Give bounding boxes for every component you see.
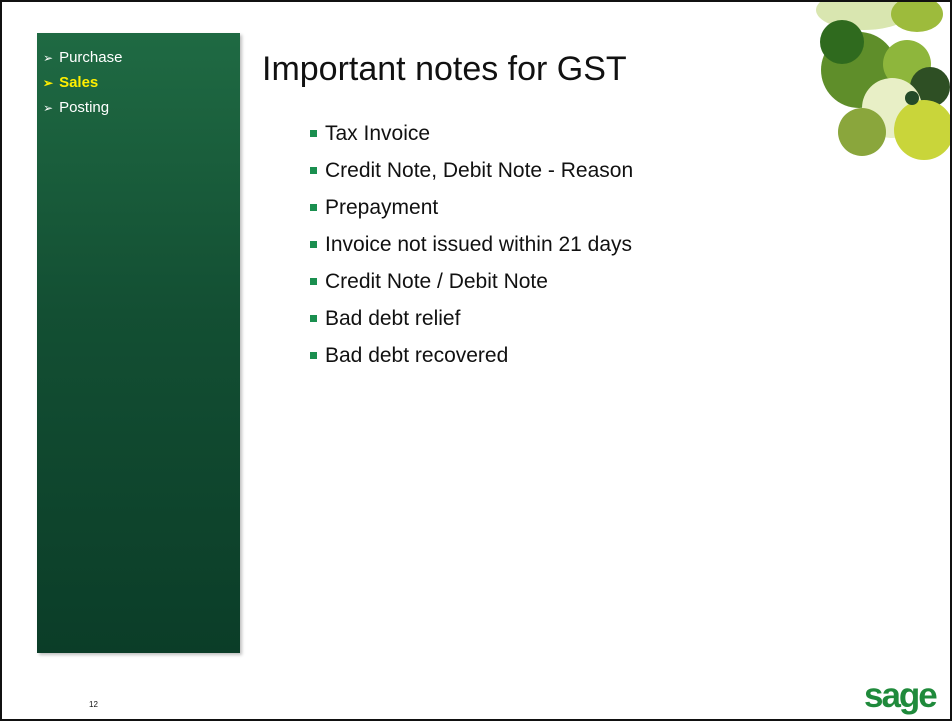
sage-logo: sage	[864, 676, 938, 715]
bullet-item: Bad debt relief	[310, 300, 633, 337]
sidebar: ➢ Purchase ➢ Sales ➢ Posting	[37, 33, 240, 653]
square-bullet-icon	[310, 315, 317, 322]
slide-title: Important notes for GST	[262, 50, 627, 88]
square-bullet-icon	[310, 167, 317, 174]
bullet-item: Bad debt recovered	[310, 337, 633, 374]
bullet-text: Credit Note, Debit Note - Reason	[325, 158, 634, 182]
bullet-text: Invoice not issued within 21 days	[325, 232, 633, 256]
square-bullet-icon	[310, 278, 317, 285]
square-bullet-icon	[310, 241, 317, 248]
arrow-right-icon: ➢	[43, 50, 54, 65]
bullet-text: Tax Invoice	[325, 121, 431, 145]
slide: ➢ Purchase ➢ Sales ➢ Posting Important n…	[0, 0, 952, 721]
page-number: 12	[89, 700, 98, 709]
bullet-text: Bad debt relief	[325, 306, 461, 330]
bullet-item: Tax Invoice	[310, 115, 633, 152]
bullet-item: Invoice not issued within 21 days	[310, 226, 633, 263]
bullet-item: Prepayment	[310, 189, 633, 226]
square-bullet-icon	[310, 352, 317, 359]
decorative-circles-graphic	[816, 2, 950, 160]
sidebar-item-label: Sales	[59, 74, 99, 91]
bullet-item: Credit Note / Debit Note	[310, 263, 633, 300]
bullet-item: Credit Note, Debit Note - Reason	[310, 152, 633, 189]
bullet-text: Bad debt recovered	[325, 343, 509, 367]
sidebar-item-posting[interactable]: ➢ Posting	[43, 95, 240, 120]
sidebar-item-sales[interactable]: ➢ Sales	[43, 70, 240, 95]
arrow-right-icon: ➢	[43, 75, 54, 90]
sidebar-item-label: Posting	[59, 99, 110, 116]
bullet-list: Tax Invoice Credit Note, Debit Note - Re…	[310, 115, 633, 374]
bullet-text: Prepayment	[325, 195, 439, 219]
square-bullet-icon	[310, 130, 317, 137]
arrow-right-icon: ➢	[43, 100, 54, 115]
sidebar-item-label: Purchase	[59, 49, 123, 66]
bullet-text: Credit Note / Debit Note	[325, 269, 548, 293]
square-bullet-icon	[310, 204, 317, 211]
sidebar-nav: ➢ Purchase ➢ Sales ➢ Posting	[37, 33, 240, 120]
sidebar-item-purchase[interactable]: ➢ Purchase	[43, 45, 240, 70]
